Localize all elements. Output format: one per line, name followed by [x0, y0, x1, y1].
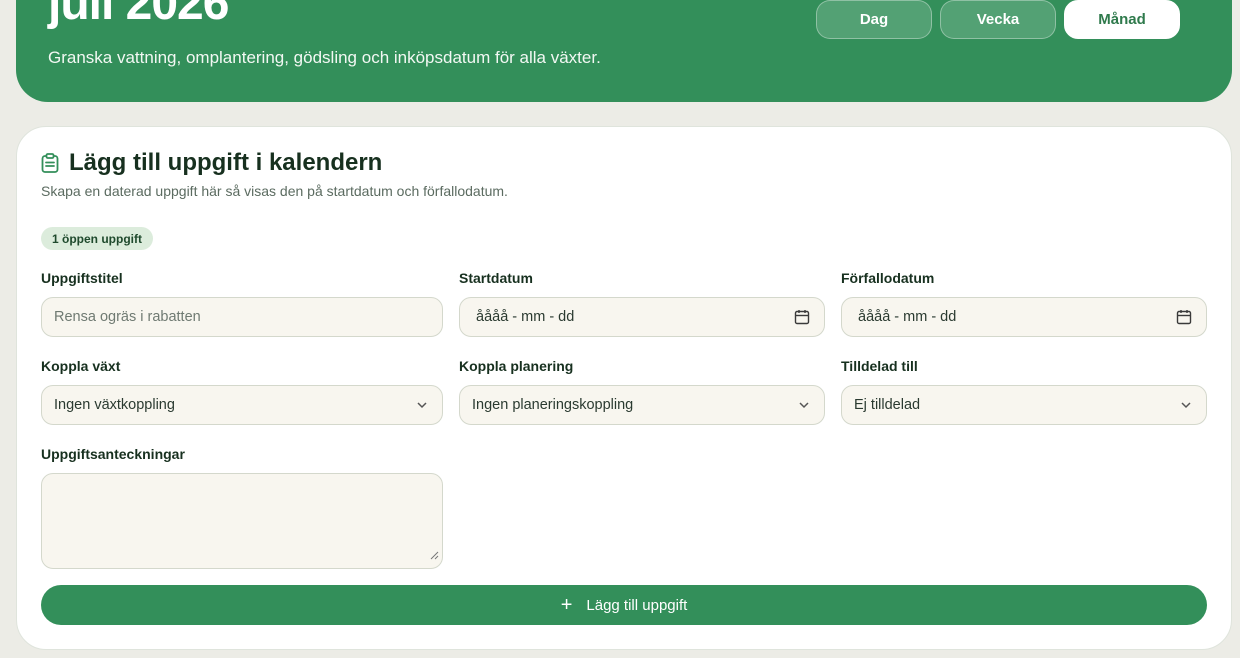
add-task-button[interactable]: + Lägg till uppgift — [41, 585, 1207, 625]
view-switcher: Dag Vecka Månad — [816, 0, 1180, 39]
add-task-button-label: Lägg till uppgift — [586, 596, 688, 614]
plant-select[interactable]: Ingen växtkoppling — [41, 385, 443, 425]
plan-label: Koppla planering — [459, 358, 574, 374]
calendar-icon[interactable] — [794, 309, 810, 325]
plan-select[interactable]: Ingen planeringskoppling — [459, 385, 825, 425]
due-date-input[interactable]: åååå - mm - dd — [841, 297, 1207, 337]
chevron-down-icon — [416, 399, 428, 411]
view-week-button[interactable]: Vecka — [940, 0, 1056, 39]
add-task-card: Lägg till uppgift i kalendern Skapa en d… — [16, 126, 1232, 650]
view-month-button[interactable]: Månad — [1064, 0, 1180, 39]
chevron-down-icon — [1180, 399, 1192, 411]
resize-handle-icon[interactable] — [430, 547, 439, 565]
view-day-button[interactable]: Dag — [816, 0, 932, 39]
due-date-value: åååå - mm - dd — [858, 309, 957, 325]
title-label: Uppgiftstitel — [41, 270, 123, 286]
calendar-icon[interactable] — [1176, 309, 1192, 325]
chevron-down-icon — [798, 399, 810, 411]
card-header: Lägg till uppgift i kalendern — [41, 149, 382, 177]
start-date-input[interactable]: åååå - mm - dd — [459, 297, 825, 337]
notes-label: Uppgiftsanteckningar — [41, 446, 185, 462]
assignee-label: Tilldelad till — [841, 358, 918, 374]
open-tasks-badge: 1 öppen uppgift — [41, 227, 153, 250]
assignee-select[interactable]: Ej tilldelad — [841, 385, 1207, 425]
task-title-input[interactable]: Rensa ogräs i rabatten — [41, 297, 443, 337]
calendar-header: juli 2026 Granska vattning, omplantering… — [16, 0, 1232, 102]
header-subtitle: Granska vattning, omplantering, gödsling… — [48, 48, 601, 67]
form-title: Lägg till uppgift i kalendern — [69, 149, 383, 176]
start-date-value: åååå - mm - dd — [476, 309, 575, 325]
month-title: juli 2026 — [48, 0, 229, 30]
plus-icon: + — [560, 594, 573, 616]
plant-select-value: Ingen växtkoppling — [54, 397, 175, 413]
task-title-placeholder: Rensa ogräs i rabatten — [54, 309, 201, 325]
plan-select-value: Ingen planeringskoppling — [472, 397, 634, 413]
form-subtitle: Skapa en daterad uppgift här så visas de… — [41, 183, 508, 199]
notes-textarea[interactable] — [41, 473, 443, 569]
plant-label: Koppla växt — [41, 358, 121, 374]
clipboard-icon — [41, 153, 59, 173]
due-date-label: Förfallodatum — [841, 270, 935, 286]
assignee-select-value: Ej tilldelad — [854, 397, 921, 413]
start-date-label: Startdatum — [459, 270, 533, 286]
